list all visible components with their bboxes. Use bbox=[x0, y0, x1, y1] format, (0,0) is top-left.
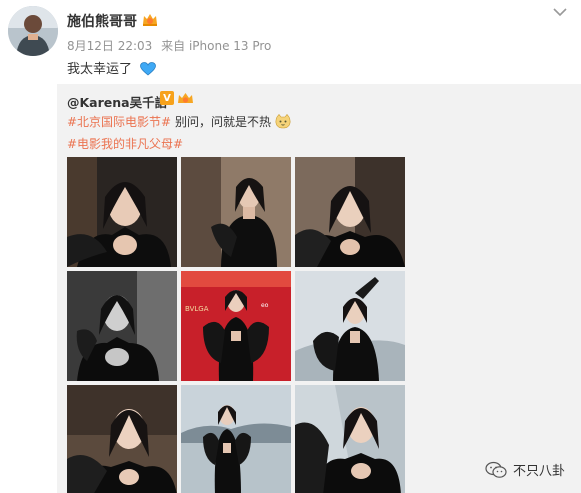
post-date[interactable]: 8月12日 22:03 bbox=[67, 39, 152, 53]
svg-text:eo: eo bbox=[261, 302, 269, 309]
svg-text:BVLGA: BVLGA bbox=[185, 305, 209, 313]
cat-emoji-icon bbox=[275, 114, 291, 129]
photo-8[interactable] bbox=[181, 385, 291, 493]
vip-crown-icon bbox=[178, 93, 193, 103]
photo-1[interactable] bbox=[67, 157, 177, 267]
photo-2[interactable] bbox=[181, 157, 291, 267]
weibo-post: 施伯熊哥哥 8月12日 22:03 来自 iPhone 13 Pro 我太幸运了… bbox=[0, 0, 581, 493]
photo-7[interactable] bbox=[67, 385, 177, 493]
topic-tag-movie[interactable]: #电影我的非凡父母# bbox=[67, 137, 183, 151]
photo-4[interactable] bbox=[67, 271, 177, 381]
photo-9[interactable] bbox=[295, 385, 405, 493]
wechat-icon bbox=[485, 461, 507, 478]
post-text-content: 我太幸运了 bbox=[67, 62, 133, 77]
blue-heart-icon bbox=[140, 62, 157, 76]
post-source: 来自 iPhone 13 Pro bbox=[161, 39, 272, 53]
photo-3[interactable] bbox=[295, 157, 405, 267]
watermark-label: 不只八卦 bbox=[512, 464, 565, 479]
verified-v-icon: V bbox=[160, 91, 174, 105]
topic-tag-film-festival[interactable]: #北京国际电影节# bbox=[67, 115, 171, 129]
photo-5[interactable]: BVLGA eo bbox=[181, 271, 291, 381]
author-avatar[interactable] bbox=[8, 6, 58, 56]
post-meta: 8月12日 22:03 来自 iPhone 13 Pro bbox=[67, 37, 276, 54]
author-name[interactable]: 施伯熊哥哥 bbox=[67, 11, 137, 31]
photo-grid: BVLGA eo bbox=[67, 157, 406, 493]
repost-text-line: #北京国际电影节# 别问，问就是不热 bbox=[67, 113, 291, 130]
repost-card[interactable]: @Karena吴千語 V #北京国际电影节# 别问，问就是不热 #电影我的非凡父… bbox=[57, 84, 581, 493]
repost-author[interactable]: @Karena吴千語 bbox=[67, 92, 167, 111]
watermark: 不只八卦 bbox=[485, 460, 565, 479]
vip-crown-icon bbox=[143, 14, 157, 26]
post-text: 我太幸运了 bbox=[67, 58, 157, 77]
photo-6[interactable] bbox=[295, 271, 405, 381]
repost-tag-line: #电影我的非凡父母# bbox=[67, 135, 183, 152]
avatar-image bbox=[8, 6, 58, 56]
chevron-down-icon[interactable] bbox=[553, 7, 567, 17]
repost-badges: V bbox=[160, 91, 194, 106]
repost-text: 别问，问就是不热 bbox=[171, 115, 271, 129]
